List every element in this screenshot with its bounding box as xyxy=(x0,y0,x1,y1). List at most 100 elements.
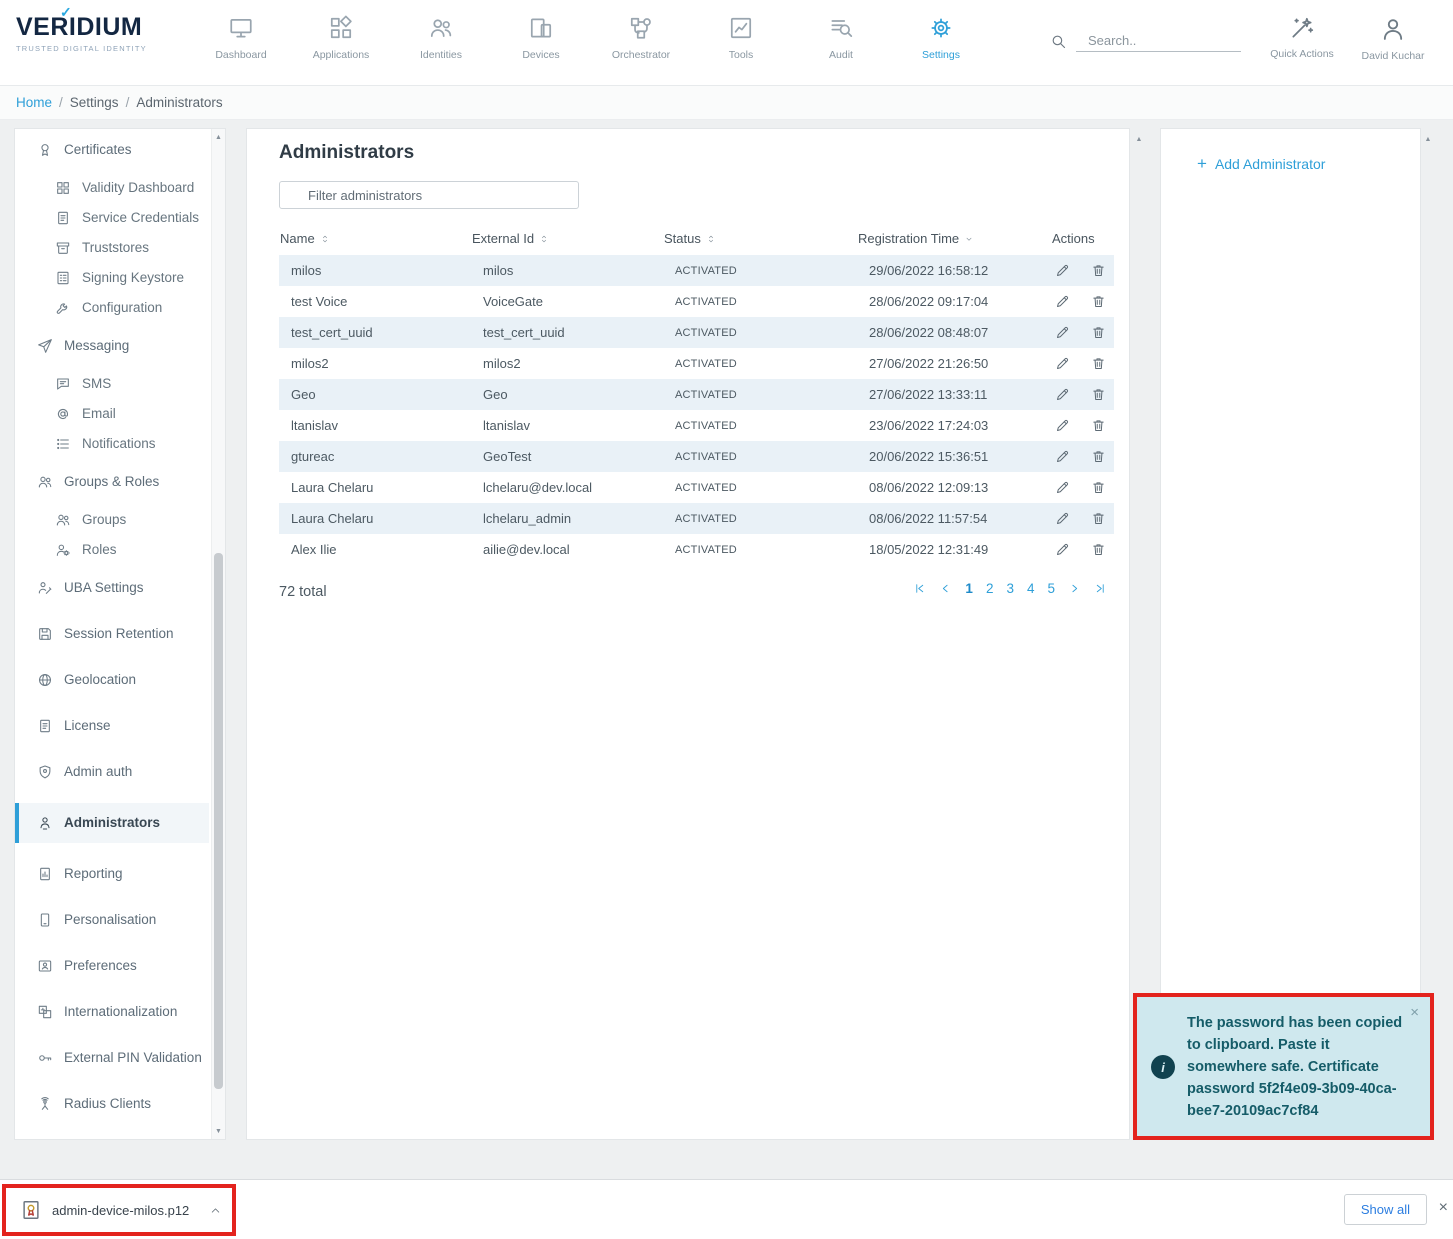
chevron-up-icon[interactable] xyxy=(209,1204,222,1217)
sidebar-item-groups-roles[interactable]: Groups & Roles xyxy=(15,467,209,497)
sort-icon[interactable] xyxy=(539,234,549,244)
scrollbar-thumb[interactable] xyxy=(214,553,223,1089)
scroll-up-icon[interactable]: ▲ xyxy=(1132,131,1146,147)
next-page-icon[interactable] xyxy=(1068,582,1081,595)
apps-grid-icon xyxy=(328,15,354,41)
last-page-icon[interactable] xyxy=(1094,582,1107,595)
user-menu[interactable]: David Kuchar xyxy=(1348,8,1438,62)
delete-icon[interactable] xyxy=(1091,511,1106,526)
breadcrumb-home[interactable]: Home xyxy=(16,95,52,110)
cell-status: ACTIVATED xyxy=(663,348,857,379)
first-page-icon[interactable] xyxy=(913,582,926,595)
edit-icon[interactable] xyxy=(1055,263,1070,278)
nav-applications[interactable]: Applications xyxy=(291,8,391,61)
column-header-status[interactable]: Status xyxy=(663,221,857,255)
breadcrumb-settings[interactable]: Settings xyxy=(70,95,119,110)
sidebar-item-internationalization[interactable]: Internationalization xyxy=(15,997,209,1027)
sidebar-item-preferences[interactable]: Preferences xyxy=(15,951,209,981)
column-header-name[interactable]: Name xyxy=(279,221,471,255)
keystore-icon xyxy=(55,270,71,286)
info-icon: i xyxy=(1151,1055,1175,1079)
quick-actions-button[interactable]: Quick Actions xyxy=(1257,8,1347,60)
page-number-2[interactable]: 2 xyxy=(986,581,994,596)
column-header-registration-time[interactable]: Registration Time xyxy=(857,221,1051,255)
sidebar-item-certificates[interactable]: Certificates xyxy=(15,135,209,165)
delete-icon[interactable] xyxy=(1091,480,1106,495)
document-icon xyxy=(55,210,71,226)
sort-icon[interactable] xyxy=(320,234,330,244)
delete-icon[interactable] xyxy=(1091,263,1106,278)
sidebar-item-reporting[interactable]: Reporting xyxy=(15,859,209,889)
downloaded-file-chip[interactable]: admin-device-milos.p12 xyxy=(2,1184,236,1236)
delete-icon[interactable] xyxy=(1091,542,1106,557)
scroll-down-icon[interactable]: ▼ xyxy=(212,1123,225,1139)
nav-settings[interactable]: Settings xyxy=(891,8,991,61)
edit-icon[interactable] xyxy=(1055,325,1070,340)
edit-icon[interactable] xyxy=(1055,418,1070,433)
scroll-up-icon[interactable]: ▲ xyxy=(212,129,225,145)
close-icon[interactable]: × xyxy=(1410,1005,1419,1020)
download-bar: admin-device-milos.p12 Show all × xyxy=(0,1179,1453,1239)
delete-icon[interactable] xyxy=(1091,449,1106,464)
edit-icon[interactable] xyxy=(1055,480,1070,495)
sidebar-item-sms[interactable]: SMS xyxy=(15,369,209,399)
sidebar-item-personalisation[interactable]: Personalisation xyxy=(15,905,209,935)
page-number-1[interactable]: 1 xyxy=(965,581,973,596)
delete-icon[interactable] xyxy=(1091,356,1106,371)
sidebar-item-license[interactable]: License xyxy=(15,711,209,741)
sidebar-item-configuration[interactable]: Configuration xyxy=(15,293,209,323)
sidebar-scrollbar[interactable]: ▲ ▼ xyxy=(211,129,225,1139)
sidebar-item-administrators[interactable]: Administrators xyxy=(15,803,209,843)
sidebar-item-geolocation[interactable]: Geolocation xyxy=(15,665,209,695)
wand-icon xyxy=(1289,15,1315,41)
edit-icon[interactable] xyxy=(1055,449,1070,464)
show-all-button[interactable]: Show all xyxy=(1344,1194,1427,1225)
downloaded-file-name: admin-device-milos.p12 xyxy=(52,1203,189,1218)
nav-tools[interactable]: Tools xyxy=(691,8,791,61)
sidebar-item-admin-auth[interactable]: Admin auth xyxy=(15,757,209,787)
nav-audit[interactable]: Audit xyxy=(791,8,891,61)
edit-icon[interactable] xyxy=(1055,294,1070,309)
edit-icon[interactable] xyxy=(1055,387,1070,402)
page-number-4[interactable]: 4 xyxy=(1027,581,1035,596)
add-administrator-button[interactable]: + Add Administrator xyxy=(1197,155,1325,172)
sort-icon[interactable] xyxy=(706,234,716,244)
nav-identities[interactable]: Identities xyxy=(391,8,491,61)
sidebar-item-roles[interactable]: Roles xyxy=(15,535,209,565)
edit-icon[interactable] xyxy=(1055,542,1070,557)
close-icon[interactable]: × xyxy=(1439,1200,1448,1216)
sidebar-item-signing-keystore[interactable]: Signing Keystore xyxy=(15,263,209,293)
page-number-3[interactable]: 3 xyxy=(1006,581,1014,596)
sidebar-item-email[interactable]: Email xyxy=(15,399,209,429)
nav-orchestrator[interactable]: Orchestrator xyxy=(591,8,691,61)
sidebar-item-session-retention[interactable]: Session Retention xyxy=(15,619,209,649)
sidebar-item-messaging[interactable]: Messaging xyxy=(15,331,209,361)
delete-icon[interactable] xyxy=(1091,418,1106,433)
veridium-logo[interactable]: VERIDIUM ✓ TRUSTED DIGITAL IDENTITY xyxy=(16,15,147,53)
delete-icon[interactable] xyxy=(1091,387,1106,402)
sidebar-item-service-credentials[interactable]: Service Credentials xyxy=(15,203,209,233)
delete-icon[interactable] xyxy=(1091,294,1106,309)
list-icon xyxy=(55,436,71,452)
page-number-5[interactable]: 5 xyxy=(1047,581,1055,596)
sidebar-item-external-pin-validation[interactable]: External PIN Validation xyxy=(15,1043,209,1073)
cell-status: ACTIVATED xyxy=(663,534,857,565)
sidebar-item-validity-dashboard[interactable]: Validity Dashboard xyxy=(15,173,209,203)
sidebar-item-radius-clients[interactable]: Radius Clients xyxy=(15,1089,209,1119)
sidebar-item-notifications[interactable]: Notifications xyxy=(15,429,209,459)
edit-icon[interactable] xyxy=(1055,356,1070,371)
previous-page-icon[interactable] xyxy=(939,582,952,595)
chat-icon xyxy=(55,376,71,392)
scroll-up-icon[interactable]: ▲ xyxy=(1421,131,1435,147)
column-header-external-id[interactable]: External Id xyxy=(471,221,663,255)
search-input[interactable] xyxy=(1076,30,1241,52)
nav-devices[interactable]: Devices xyxy=(491,8,591,61)
sort-desc-icon[interactable] xyxy=(964,234,974,244)
nav-dashboard[interactable]: Dashboard xyxy=(191,8,291,61)
edit-icon[interactable] xyxy=(1055,511,1070,526)
sidebar-item-uba-settings[interactable]: UBA Settings xyxy=(15,573,209,603)
delete-icon[interactable] xyxy=(1091,325,1106,340)
sidebar-item-groups[interactable]: Groups xyxy=(15,505,209,535)
sidebar-item-truststores[interactable]: Truststores xyxy=(15,233,209,263)
filter-administrators-input[interactable] xyxy=(279,181,579,209)
